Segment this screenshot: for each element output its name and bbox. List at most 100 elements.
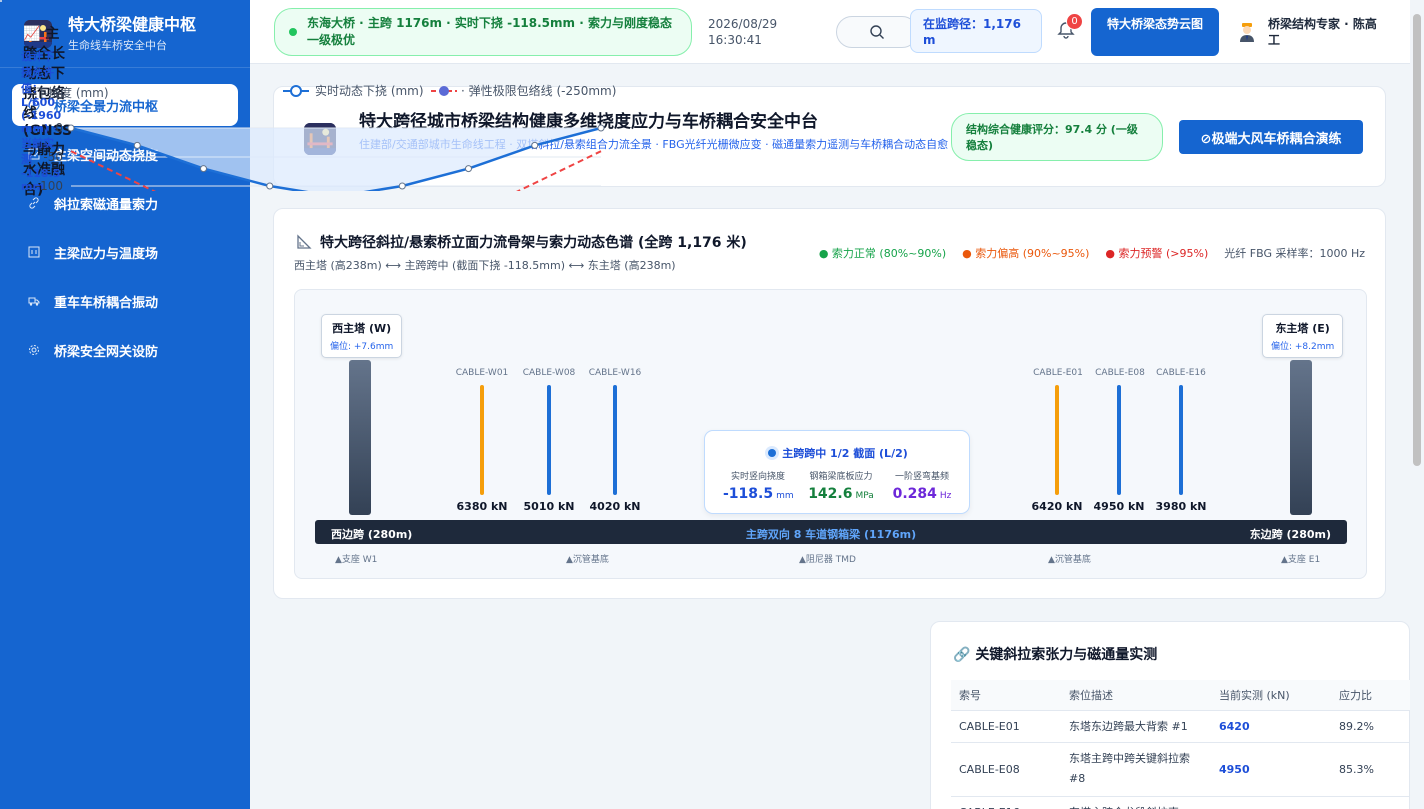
status-dot-icon <box>289 28 297 36</box>
cell-cable-id: CABLE-E08 <box>951 742 1061 797</box>
midspan-section-panel[interactable]: 主跨跨中 1/2 截面 (L/2) 实时竖向挠度 -118.5 mm 钢箱梁底板应… <box>704 430 970 514</box>
midspan-title-text: 主跨跨中 1/2 截面 (L/2) <box>782 447 908 460</box>
cable-bar[interactable] <box>1117 385 1121 495</box>
deflection-point <box>465 165 472 173</box>
legend-label: · 弹性极限包络线 (-250mm) <box>461 83 616 98</box>
stress-label: 钢箱梁底板应力 <box>809 472 873 482</box>
sidebar-item-security-gateway[interactable]: 桥梁安全网关设防 <box>12 329 238 371</box>
west-tower[interactable] <box>349 360 371 515</box>
cable-bar[interactable] <box>480 385 484 495</box>
cable-force: 6420 kN <box>1031 500 1083 513</box>
cable-force: 4020 kN <box>589 500 641 513</box>
cable-id: CABLE-E01 <box>1033 368 1083 378</box>
deflection-envelope-card: 📈 主跨全长动态下挠包络线 (GNSS 与静力水准融合) 设计下挠允许值：L/6… <box>0 0 616 198</box>
deflection-point <box>266 182 274 190</box>
sidebar-item-vehicle-vibration[interactable]: 重车车桥耦合振动 <box>12 280 238 322</box>
bridge-card-title-text: 特大跨径斜拉/悬索桥立面力流骨架与索力动态色谱 (全跨 1,176 米) <box>320 235 747 251</box>
frequency-value: 0.284 Hz <box>889 486 955 502</box>
cable-force: 4950 kN <box>1093 500 1145 513</box>
west-tower-name: 西主塔 (W) <box>332 322 392 335</box>
cell-ratio: 89.2% <box>1331 710 1411 743</box>
cell-description: 东塔主跨中跨关键斜拉索 #8 <box>1061 742 1211 797</box>
user-profile[interactable]: 桥梁结构专家 · 陈高工 <box>1238 16 1388 48</box>
support-label: ▲沉管基底 <box>1048 555 1091 565</box>
cable-force: 6380 kN <box>456 500 508 513</box>
east-tower-name: 东主塔 (E) <box>1275 322 1330 335</box>
sidebar-item-stress-temp[interactable]: 主梁应力与温度场 <box>12 231 238 273</box>
west-tower-label[interactable]: 西主塔 (W) 偏位: +7.6mm <box>321 314 403 358</box>
app-title: 特大桥梁健康中枢 <box>68 14 197 34</box>
bridge-elevation-card: 特大跨径斜拉/悬索桥立面力流骨架与索力动态色谱 (全跨 1,176 米) 西主塔… <box>273 208 1386 599</box>
table-row[interactable]: CABLE-E08 东塔主跨中跨关键斜拉索 #8 4950 85.3% <box>951 742 1411 797</box>
cell-force: 4950 <box>1211 742 1331 797</box>
deflection-label: 实时竖向挠度 <box>730 472 785 482</box>
deflection-point <box>200 165 207 173</box>
midspan-stress: 钢箱梁底板应力 142.6 MPa <box>803 469 879 502</box>
west-tower-offset: 偏位: +7.6mm <box>330 342 394 352</box>
grid-icon <box>28 246 40 258</box>
y-tick-label: -50 <box>43 150 63 164</box>
legend-normal: ● 索力正常 (80%~90%) <box>818 247 947 260</box>
support-label: ▲支座 E1 <box>1281 555 1321 565</box>
cable-bar[interactable] <box>547 385 551 495</box>
east-tower-label[interactable]: 东主塔 (E) 偏位: +8.2mm <box>1262 314 1344 358</box>
chart-icon: 📈 <box>23 26 46 42</box>
cell-force: 6420 <box>1211 710 1331 743</box>
midspan-title: 主跨跨中 1/2 截面 (L/2) <box>705 445 971 461</box>
avatar <box>1240 23 1254 42</box>
cable-id: CABLE-E08 <box>1095 368 1145 378</box>
status-ticker: 东海大桥 · 主跨 1176m · 实时下挠 -118.5mm · 索力与刚度稳… <box>274 8 692 56</box>
date-text: 2026/08/29 <box>708 17 778 31</box>
cell-ratio <box>1331 796 1411 809</box>
support-label: ▲支座 W1 <box>335 555 378 565</box>
cable-force-legend: ● 索力正常 (80%~90%) ● 索力偏高 (90%~95%) ● 索力预警… <box>819 245 1365 261</box>
deflection-number: -118.5 <box>723 486 774 502</box>
frequency-number: 0.284 <box>892 486 937 502</box>
situation-map-button[interactable]: 特大桥梁态势云图 <box>1091 8 1219 56</box>
cable-tension-card: 🔗 关键斜拉索张力与磁通量实测 索号 索位描述 当前实测 (kN) 应力比 CA… <box>930 621 1411 809</box>
cable-force: 5010 kN <box>523 500 575 513</box>
deflection-area <box>71 128 601 191</box>
cable-bar[interactable] <box>613 385 617 495</box>
cable-id: CABLE-W16 <box>588 368 642 378</box>
table-header-row: 索号 索位描述 当前实测 (kN) 应力比 <box>951 680 1411 711</box>
bridge-deck[interactable]: 西边跨 (280m) 主跨双向 8 车道钢箱梁 (1176m) 东边跨 (280… <box>315 520 1347 544</box>
y-axis-label: 下挠度 (mm) <box>36 85 109 100</box>
datetime: 2026/08/29 16:30:41 <box>708 16 777 48</box>
user-name: 桥梁结构专家 · 陈高工 <box>1268 17 1377 47</box>
cell-cable-id: CABLE-E16 <box>951 796 1061 809</box>
deflection-chart[interactable]: 下挠度 (mm) 0 -50 -100 实时动态下挠 (mm) · 弹性极限包络线 (-2… <box>21 71 621 191</box>
cable-card-title: 🔗 关键斜拉索张力与磁通量实测 <box>953 644 1157 664</box>
column-header[interactable]: 索号 <box>951 680 1061 711</box>
scrollbar-thumb[interactable] <box>1413 14 1421 466</box>
live-dot-icon <box>768 449 777 457</box>
cable-bar[interactable] <box>1055 385 1059 495</box>
bridge-card-subtitle: 西主塔 (高238m) ⟷ 主跨跨中 (截面下挠 -118.5mm) ⟷ 东主塔… <box>294 259 676 272</box>
cable-table: 索号 索位描述 当前实测 (kN) 应力比 CABLE-E01 东塔东边跨最大背… <box>951 680 1411 809</box>
column-header[interactable]: 应力比 <box>1331 680 1411 711</box>
east-tower[interactable] <box>1290 360 1312 515</box>
deflection-value: -118.5 mm <box>723 486 794 502</box>
cable-id: CABLE-E16 <box>1156 368 1206 378</box>
link-icon: 🔗 <box>953 647 976 663</box>
stress-number: 142.6 <box>808 486 853 502</box>
stress-value: 142.6 MPa <box>803 486 879 502</box>
search-button[interactable] <box>836 16 918 48</box>
sidebar-item-label: 桥梁安全网关设防 <box>54 344 159 360</box>
extreme-wind-drill-button[interactable]: ⊘极端大风车桥耦合演练 <box>1179 120 1363 154</box>
column-header[interactable]: 当前实测 (kN) <box>1211 680 1331 711</box>
page-scrollbar[interactable] <box>1410 0 1424 809</box>
legend-marker <box>439 86 449 96</box>
search-icon <box>870 25 884 39</box>
legend-sampling: 光纤 FBG 采样率：1000 Hz <box>1224 247 1365 260</box>
bridge-card-title: 特大跨径斜拉/悬索桥立面力流骨架与索力动态色谱 (全跨 1,176 米) <box>296 232 747 252</box>
app-subtitle: 生命线车桥安全中台 <box>68 38 167 52</box>
column-header[interactable]: 索位描述 <box>1061 680 1211 711</box>
table-row[interactable]: CABLE-E16 东塔主跨合龙段斜拉索 <box>951 796 1411 809</box>
midspan-frequency: 一阶竖弯基频 0.284 Hz <box>889 469 955 502</box>
deflection-point <box>597 124 605 132</box>
frequency-unit: Hz <box>939 491 952 501</box>
cable-bar[interactable] <box>1179 385 1183 495</box>
cable-force: 3980 kN <box>1155 500 1207 513</box>
table-row[interactable]: CABLE-E01 东塔东边跨最大背索 #1 6420 89.2% <box>951 710 1411 743</box>
